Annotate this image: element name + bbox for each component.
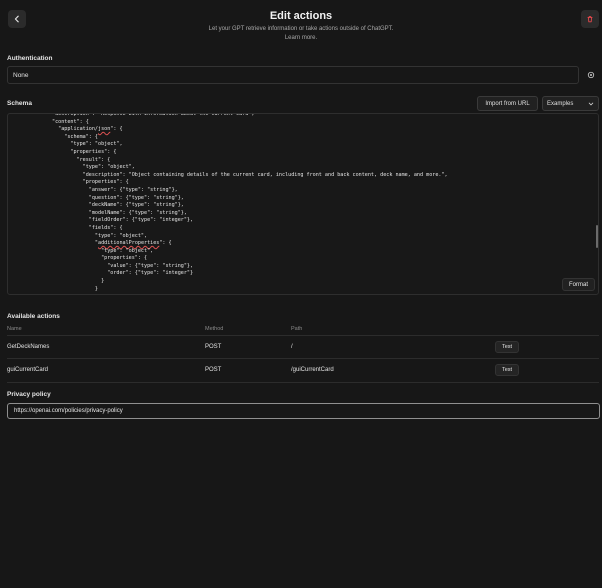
schema-label: Schema [7,100,32,107]
privacy-policy-value: https://openai.com/policies/privacy-poli… [14,408,123,414]
schema-code: "description": "Response with informatio… [52,114,448,293]
code-line: "description": "Object containing detail… [52,171,448,178]
authentication-settings-button[interactable] [584,67,598,83]
test-button[interactable]: Test [495,341,519,353]
code-line: "application/json": { [52,126,123,133]
code-line: "properties": { [52,148,117,155]
action-name: guiCurrentCard [7,367,49,373]
code-line: "fieldOrder": {"type": "integer"}, [52,217,194,224]
code-line: "properties": { [52,179,129,186]
gear-icon [587,71,595,79]
action-path: / [291,344,293,350]
subtitle-text: Let your GPT retrieve information or tak… [208,26,394,32]
test-button[interactable]: Test [495,364,519,376]
code-line: "deckName": {"type": "string"}, [52,202,184,209]
format-button[interactable]: Format [562,278,595,291]
code-line: "schema": { [52,133,99,140]
table-divider [7,358,599,359]
privacy-policy-label: Privacy policy [7,391,51,398]
trash-icon [587,16,593,23]
chevron-down-icon [588,102,594,105]
page-subtitle: Let your GPT retrieve information or tak… [0,25,602,43]
schema-editor[interactable]: "description": "Response with informatio… [7,113,599,295]
code-line: "answer": {"type": "string"}, [52,186,178,193]
column-header-method: Method [205,326,224,332]
code-line: "properties": { [52,255,148,262]
page-title: Edit actions [269,10,333,22]
authentication-field[interactable]: None [7,66,579,84]
code-line: "content": { [52,118,89,125]
code-line: "type": "object", [52,247,154,254]
authentication-value: None [13,72,29,79]
code-line: "order": {"type": "integer"} [52,270,194,277]
examples-select-label: Examples [547,100,574,107]
column-header-path: Path [291,326,303,332]
code-line: "value": {"type": "string"}, [52,262,194,269]
action-name: GetDeckNames [7,344,50,350]
code-line: } [52,285,99,292]
code-line: "question": {"type": "string"}, [52,194,184,201]
action-method: POST [205,344,222,350]
column-header-name: Name [7,326,22,332]
delete-button[interactable] [581,10,599,28]
code-line: } [52,278,105,285]
import-from-url-button[interactable]: Import from URL [477,96,538,111]
schema-scrollbar[interactable] [596,225,598,248]
code-line: "result": { [52,156,111,163]
table-divider [7,382,599,383]
code-line: "modelName": {"type": "string"}, [52,209,187,216]
table-divider [7,335,599,336]
code-line: "additionalProperties": { [52,240,172,247]
code-line: "type": "object", [52,164,135,171]
code-line: "type": "object", [52,141,123,148]
available-actions-label: Available actions [7,313,60,320]
learn-more-link[interactable]: Learn more. [0,34,602,43]
examples-select[interactable]: Examples [542,96,599,111]
action-path: /guiCurrentCard [291,367,334,373]
authentication-label: Authentication [7,55,53,62]
code-line: "fields": { [52,224,123,231]
privacy-policy-input[interactable]: https://openai.com/policies/privacy-poli… [7,403,600,419]
action-method: POST [205,367,222,373]
code-line: "type": "object", [52,232,148,239]
